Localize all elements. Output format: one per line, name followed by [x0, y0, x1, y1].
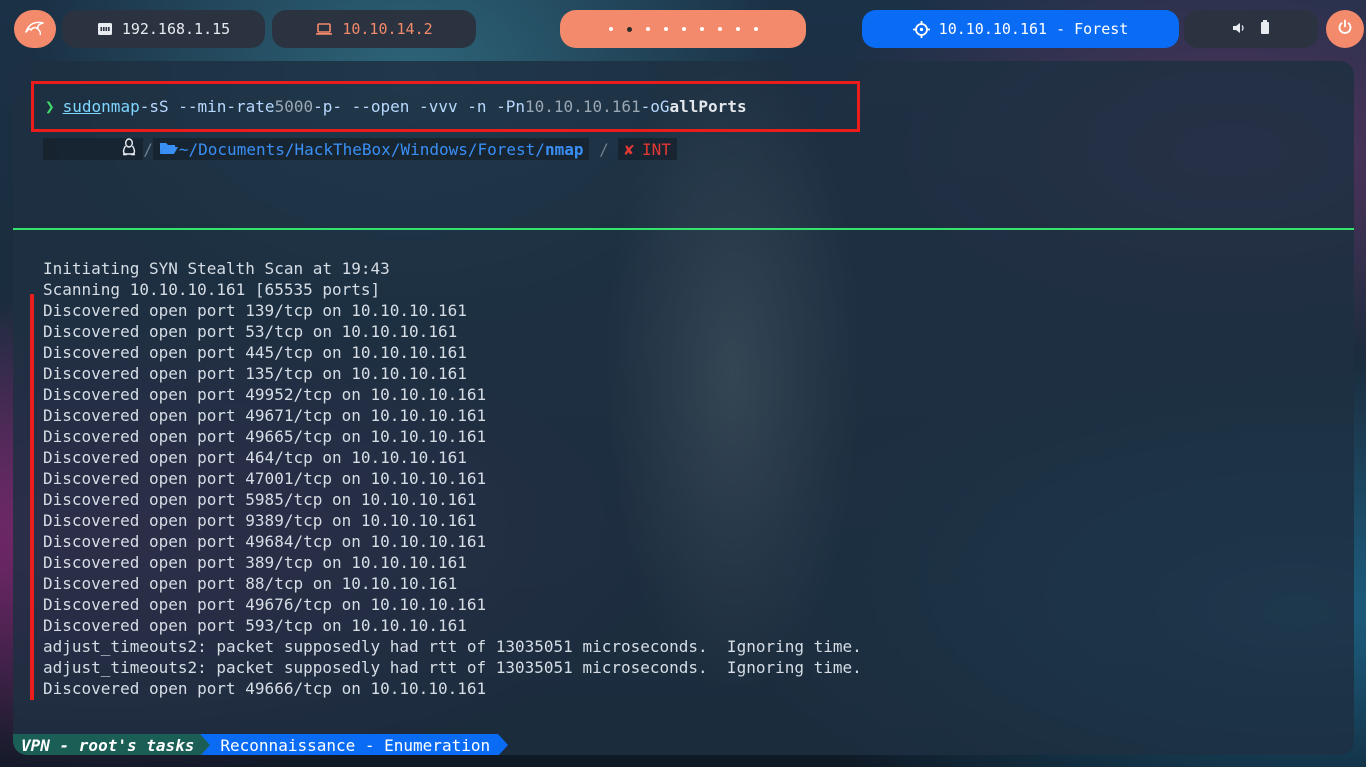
segment-separator: /	[589, 139, 619, 159]
workspace-5[interactable]	[681, 27, 686, 31]
battery-icon[interactable]	[1260, 20, 1270, 38]
power-icon	[1337, 19, 1353, 39]
output-line: adjust_timeouts2: packet supposedly had …	[43, 637, 862, 656]
crosshair-icon	[912, 20, 930, 38]
output-line: Discovered open port 464/tcp on 10.10.10…	[43, 448, 467, 467]
output-line: Discovered open port 49671/tcp on 10.10.…	[43, 406, 487, 425]
output-line: Discovered open port 49684/tcp on 10.10.…	[43, 532, 487, 551]
cmd-args-3: -oG	[640, 97, 670, 116]
output-line: Discovered open port 9389/tcp on 10.10.1…	[43, 511, 477, 530]
cmd-target-ip: 10.10.10.161	[525, 97, 641, 116]
kali-dragon-icon	[24, 18, 46, 40]
folder-open-icon	[159, 140, 179, 159]
output-line: Discovered open port 49665/tcp on 10.10.…	[43, 427, 487, 446]
powerline-arrow	[200, 734, 211, 755]
path-directory: ~/Documents/HackTheBox/Windows/Forest/	[178, 139, 545, 159]
prompt-path-bar: / ~/Documents/HackTheBox/Windows/Forest/n…	[43, 138, 677, 160]
output-line: Discovered open port 49676/tcp on 10.10.…	[43, 595, 487, 614]
command-output: Initiating SYN Stealth Scan at 19:43 Sca…	[43, 258, 862, 699]
target-widget[interactable]: 10.10.10.161 - Forest	[862, 10, 1179, 48]
vpn-ip-text: 10.10.14.2	[342, 20, 433, 38]
vpn-ip-widget[interactable]: 10.10.14.2	[272, 10, 476, 48]
window-label[interactable]: Reconnaissance - Enumeration	[210, 734, 499, 755]
exit-status-segment: ✘ INT	[618, 138, 677, 160]
output-line: Initiating SYN Stealth Scan at 19:43	[43, 259, 390, 278]
ethernet-icon	[97, 21, 113, 37]
volume-icon[interactable]	[1232, 20, 1246, 38]
laptop-icon	[315, 22, 333, 36]
cmd-rate: 5000	[274, 97, 314, 116]
output-line: Discovered open port 49666/tcp on 10.10.…	[43, 679, 487, 698]
powerline-arrow	[498, 734, 509, 755]
power-button[interactable]	[1326, 10, 1364, 48]
session-label[interactable]: VPN - root's tasks	[13, 734, 201, 755]
workspace-2[interactable]	[626, 26, 632, 32]
workspace-8[interactable]	[735, 27, 740, 31]
os-segment	[43, 138, 144, 160]
linux-tux-icon	[49, 120, 137, 178]
pane-divider	[13, 228, 1354, 230]
terminal-window[interactable]: ❯ sudo nmap -sS --min-rate 5000 -p- --ope…	[13, 61, 1354, 755]
workspace-9[interactable]	[753, 27, 758, 31]
error-x-icon: ✘	[624, 139, 635, 159]
workspace-1[interactable]	[608, 27, 613, 31]
tmux-status-bar: VPN - root's tasks Reconnaissance - Enume…	[13, 734, 509, 755]
segment-separator: /	[143, 139, 153, 159]
cmd-binary: nmap	[101, 97, 140, 116]
output-line: Discovered open port 49952/tcp on 10.10.…	[43, 385, 487, 404]
output-line: Discovered open port 593/tcp on 10.10.10…	[43, 616, 467, 635]
command-line: ❯ sudo nmap -sS --min-rate 5000 -p- --ope…	[31, 81, 860, 132]
local-ip-text: 192.168.1.15	[121, 20, 231, 38]
workspace-4[interactable]	[663, 27, 668, 31]
cmd-output-file: allPorts	[669, 97, 747, 116]
local-ip-widget[interactable]: 192.168.1.15	[62, 10, 265, 48]
exit-status-text: INT	[642, 139, 671, 159]
output-line: Discovered open port 389/tcp on 10.10.10…	[43, 553, 467, 572]
output-line: Discovered open port 135/tcp on 10.10.10…	[43, 364, 467, 383]
prompt-symbol: ❯	[45, 97, 55, 116]
output-line: Discovered open port 47001/tcp on 10.10.…	[43, 469, 487, 488]
output-line: Discovered open port 88/tcp on 10.10.10.…	[43, 574, 458, 593]
workspace-7[interactable]	[717, 27, 722, 31]
workspace-6[interactable]	[699, 27, 704, 31]
output-line: adjust_timeouts2: packet supposedly had …	[43, 658, 862, 677]
output-line: Scanning 10.10.10.161 [65535 ports]	[43, 280, 381, 299]
launcher-button[interactable]	[14, 10, 56, 48]
cmd-args: -sS --min-rate	[139, 97, 275, 116]
target-text: 10.10.10.161 - Forest	[938, 20, 1129, 38]
output-line: Discovered open port 5985/tcp on 10.10.1…	[43, 490, 477, 509]
workspace-3[interactable]	[645, 27, 650, 31]
path-current-dir: nmap	[544, 139, 584, 159]
path-segment: ~/Documents/HackTheBox/Windows/Forest/nm…	[152, 138, 590, 160]
output-line: Discovered open port 445/tcp on 10.10.10…	[43, 343, 467, 362]
output-line: Discovered open port 53/tcp on 10.10.10.…	[43, 322, 458, 341]
output-highlight-bar	[30, 294, 34, 700]
output-line: Discovered open port 139/tcp on 10.10.10…	[43, 301, 467, 320]
system-tray	[1184, 10, 1318, 48]
cmd-args-2: -p- --open -vvv -n -Pn	[313, 97, 526, 116]
cmd-sudo: sudo	[62, 97, 102, 116]
workspace-switcher[interactable]	[560, 10, 806, 48]
